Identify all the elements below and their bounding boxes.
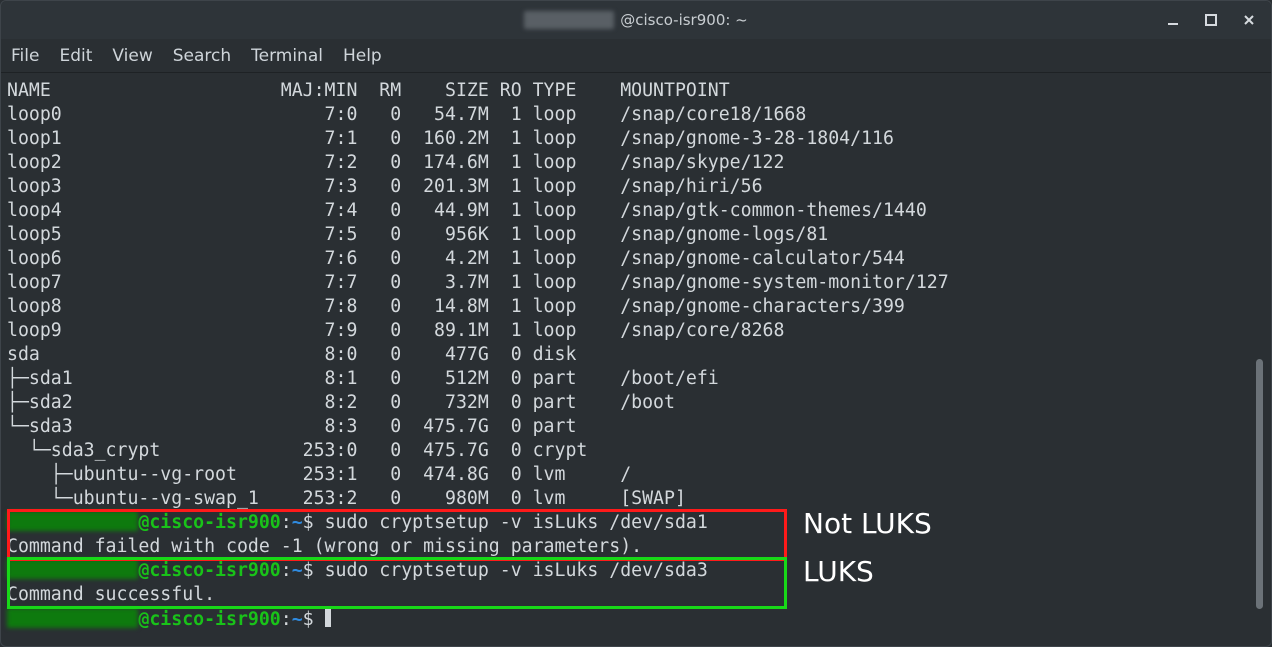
window-title: @cisco-isr900: ~	[524, 11, 748, 29]
menu-terminal[interactable]: Terminal	[251, 46, 323, 66]
lsblk-row: ├─ubuntu--vg-root 253:1 0 474.8G 0 lvm /	[7, 463, 1265, 487]
window-controls	[1157, 1, 1265, 39]
cursor	[325, 607, 332, 627]
lsblk-row: loop5 7:5 0 956K 1 loop /snap/gnome-logs…	[7, 223, 1265, 247]
lsblk-row: loop0 7:0 0 54.7M 1 loop /snap/core18/16…	[7, 103, 1265, 127]
lsblk-row: loop3 7:3 0 201.3M 1 loop /snap/hiri/56	[7, 175, 1265, 199]
output-line: Command failed with code -1 (wrong or mi…	[7, 535, 1265, 559]
annotation-label-not-luks: Not LUKS	[803, 507, 932, 540]
terminal-window: @cisco-isr900: ~ File Edit View Search T…	[0, 0, 1272, 647]
menubar: File Edit View Search Terminal Help	[1, 39, 1271, 73]
terminal-content[interactable]: NAME MAJ:MIN RM SIZE RO TYPE MOUNTPOINTl…	[7, 79, 1265, 631]
lsblk-row: └─ubuntu--vg-swap_1 253:2 0 980M 0 lvm […	[7, 487, 1265, 511]
annotation-label-luks: LUKS	[803, 555, 874, 588]
menu-search[interactable]: Search	[173, 46, 231, 66]
lsblk-row: loop8 7:8 0 14.8M 1 loop /snap/gnome-cha…	[7, 295, 1265, 319]
menu-view[interactable]: View	[112, 46, 152, 66]
maximize-button[interactable]	[1195, 7, 1227, 33]
lsblk-row: sda 8:0 0 477G 0 disk	[7, 343, 1265, 367]
lsblk-row: └─sda3_crypt 253:0 0 475.7G 0 crypt	[7, 439, 1265, 463]
close-button[interactable]	[1233, 7, 1265, 33]
prompt-username-obfuscated	[7, 608, 138, 628]
title-username-obfuscated	[524, 11, 614, 29]
lsblk-row: loop7 7:7 0 3.7M 1 loop /snap/gnome-syst…	[7, 271, 1265, 295]
menu-help[interactable]: Help	[343, 46, 382, 66]
lsblk-row: loop6 7:6 0 4.2M 1 loop /snap/gnome-calc…	[7, 247, 1265, 271]
lsblk-row: loop9 7:9 0 89.1M 1 loop /snap/core/8268	[7, 319, 1265, 343]
scrollbar-thumb[interactable]	[1256, 359, 1263, 609]
lsblk-row: ├─sda2 8:2 0 732M 0 part /boot	[7, 391, 1265, 415]
prompt-line: @cisco-isr900:~$ sudo cryptsetup -v isLu…	[7, 559, 1265, 583]
titlebar[interactable]: @cisco-isr900: ~	[1, 1, 1271, 39]
lsblk-row: └─sda3 8:3 0 475.7G 0 part	[7, 415, 1265, 439]
menu-edit[interactable]: Edit	[59, 46, 92, 66]
terminal-viewport[interactable]: NAME MAJ:MIN RM SIZE RO TYPE MOUNTPOINTl…	[7, 79, 1265, 640]
output-line: Command successful.	[7, 583, 1265, 607]
prompt-line: @cisco-isr900:~$ sudo cryptsetup -v isLu…	[7, 511, 1265, 535]
command-text: sudo cryptsetup -v isLuks /dev/sda3	[325, 560, 708, 581]
menu-file[interactable]: File	[11, 46, 39, 66]
lsblk-header: NAME MAJ:MIN RM SIZE RO TYPE MOUNTPOINT	[7, 79, 1265, 103]
prompt-username-obfuscated	[7, 511, 138, 531]
prompt-username-obfuscated	[7, 559, 138, 579]
minimize-button[interactable]	[1157, 7, 1189, 33]
command-text: sudo cryptsetup -v isLuks /dev/sda1	[325, 512, 708, 533]
lsblk-row: loop1 7:1 0 160.2M 1 loop /snap/gnome-3-…	[7, 127, 1265, 151]
lsblk-row: loop2 7:2 0 174.6M 1 loop /snap/skype/12…	[7, 151, 1265, 175]
prompt-line: @cisco-isr900:~$	[7, 607, 1265, 631]
lsblk-row: ├─sda1 8:1 0 512M 0 part /boot/efi	[7, 367, 1265, 391]
lsblk-row: loop4 7:4 0 44.9M 1 loop /snap/gtk-commo…	[7, 199, 1265, 223]
title-host: @cisco-isr900: ~	[620, 11, 748, 29]
